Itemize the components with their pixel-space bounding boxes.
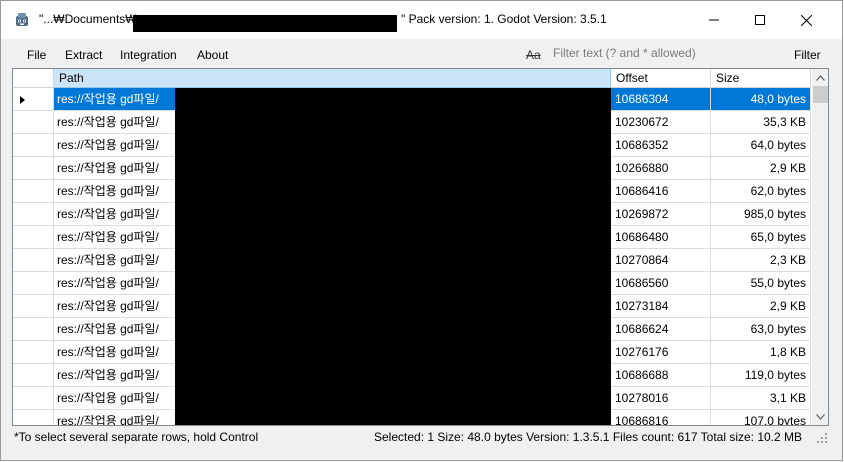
offset-cell[interactable]: 10269872 — [611, 203, 711, 226]
filter-input[interactable] — [547, 42, 777, 64]
column-header-path[interactable]: Path — [54, 69, 611, 88]
size-cell[interactable]: 35,3 KB — [711, 111, 811, 134]
row-selector[interactable] — [13, 387, 54, 410]
offset-cell[interactable]: 10686816 — [611, 410, 711, 425]
size-cell[interactable]: 119,0 bytes — [711, 364, 811, 387]
row-selector[interactable] — [13, 249, 54, 272]
minimize-button[interactable] — [691, 1, 737, 39]
offset-cell[interactable]: 10686416 — [611, 180, 711, 203]
size-cell[interactable]: 62,0 bytes — [711, 180, 811, 203]
offset-cell[interactable]: 10686688 — [611, 364, 711, 387]
size-cell[interactable]: 107,0 bytes — [711, 410, 811, 425]
size-cell[interactable]: 1,8 KB — [711, 341, 811, 364]
offset-cell[interactable]: 10270864 — [611, 249, 711, 272]
size-cell[interactable]: 63,0 bytes — [711, 318, 811, 341]
offset-cell[interactable]: 10273184 — [611, 295, 711, 318]
chevron-up-icon — [816, 74, 825, 81]
row-selector[interactable] — [13, 272, 54, 295]
resize-grip-icon[interactable] — [816, 432, 828, 444]
column-header-size[interactable]: Size — [711, 69, 811, 88]
row-selector[interactable] — [13, 318, 54, 341]
offset-cell[interactable]: 10686352 — [611, 134, 711, 157]
current-row-icon — [20, 96, 25, 104]
scroll-up-button[interactable] — [812, 69, 828, 86]
offset-cell[interactable]: 10686624 — [611, 318, 711, 341]
status-bar: *To select several separate rows, hold C… — [1, 426, 842, 448]
vertical-scrollbar[interactable] — [812, 69, 828, 425]
size-cell[interactable]: 2,9 KB — [711, 157, 811, 180]
title-bar[interactable]: "...₩Documents₩ " Pack version: 1. Godot… — [1, 1, 842, 39]
redacted-path — [133, 15, 397, 32]
window-title-prefix: "...₩Documents₩ — [39, 12, 137, 26]
menu-extract[interactable]: Extract — [65, 48, 102, 62]
menu-integration[interactable]: Integration — [120, 48, 177, 62]
match-case-toggle[interactable]: Aa — [526, 48, 541, 62]
minimize-icon — [709, 19, 719, 21]
size-cell[interactable]: 2,9 KB — [711, 295, 811, 318]
row-selector[interactable] — [13, 295, 54, 318]
offset-cell[interactable]: 10686480 — [611, 226, 711, 249]
size-cell[interactable]: 2,3 KB — [711, 249, 811, 272]
offset-cell[interactable]: 10278016 — [611, 387, 711, 410]
offset-cell[interactable]: 10686304 — [611, 88, 711, 111]
row-selector[interactable] — [13, 410, 54, 425]
filter-button[interactable]: Filter — [794, 48, 821, 62]
size-cell[interactable]: 55,0 bytes — [711, 272, 811, 295]
offset-cell[interactable]: 10276176 — [611, 341, 711, 364]
size-cell[interactable]: 65,0 bytes — [711, 226, 811, 249]
maximize-icon — [755, 15, 765, 25]
row-selector[interactable] — [13, 88, 54, 111]
app-window: "...₩Documents₩ " Pack version: 1. Godot… — [0, 0, 843, 461]
offset-cell[interactable]: 10230672 — [611, 111, 711, 134]
window-title-suffix: " Pack version: 1. Godot Version: 3.5.1 — [401, 12, 607, 26]
offset-cell[interactable]: 10686560 — [611, 272, 711, 295]
file-table: Path Offset Size res://작업용 gd파일/10686304… — [12, 68, 829, 426]
close-button[interactable] — [783, 1, 829, 39]
row-selector[interactable] — [13, 111, 54, 134]
status-info: Selected: 1 Size: 48.0 bytes Version: 1.… — [374, 430, 803, 444]
scroll-down-button[interactable] — [812, 408, 828, 425]
size-cell[interactable]: 3,1 KB — [711, 387, 811, 410]
offset-cell[interactable]: 10266880 — [611, 157, 711, 180]
row-selector[interactable] — [13, 180, 54, 203]
row-selector[interactable] — [13, 341, 54, 364]
row-selector[interactable] — [13, 364, 54, 387]
chevron-down-icon — [816, 413, 825, 420]
column-header-offset[interactable]: Offset — [611, 69, 711, 88]
redacted-paths — [175, 88, 611, 425]
match-case-icon: Aa — [526, 48, 541, 62]
row-selector[interactable] — [13, 157, 54, 180]
row-selector[interactable] — [13, 226, 54, 249]
size-cell[interactable]: 985,0 bytes — [711, 203, 811, 226]
row-selector[interactable] — [13, 203, 54, 226]
size-cell[interactable]: 48,0 bytes — [711, 88, 811, 111]
size-cell[interactable]: 64,0 bytes — [711, 134, 811, 157]
menu-file[interactable]: File — [27, 48, 46, 62]
maximize-button[interactable] — [737, 1, 783, 39]
scroll-thumb[interactable] — [813, 86, 828, 103]
row-selector[interactable] — [13, 134, 54, 157]
status-hint: *To select several separate rows, hold C… — [14, 430, 259, 444]
row-header-corner — [13, 69, 54, 88]
godot-re-icon — [16, 13, 28, 26]
close-icon — [800, 14, 812, 26]
menu-about[interactable]: About — [197, 48, 228, 62]
